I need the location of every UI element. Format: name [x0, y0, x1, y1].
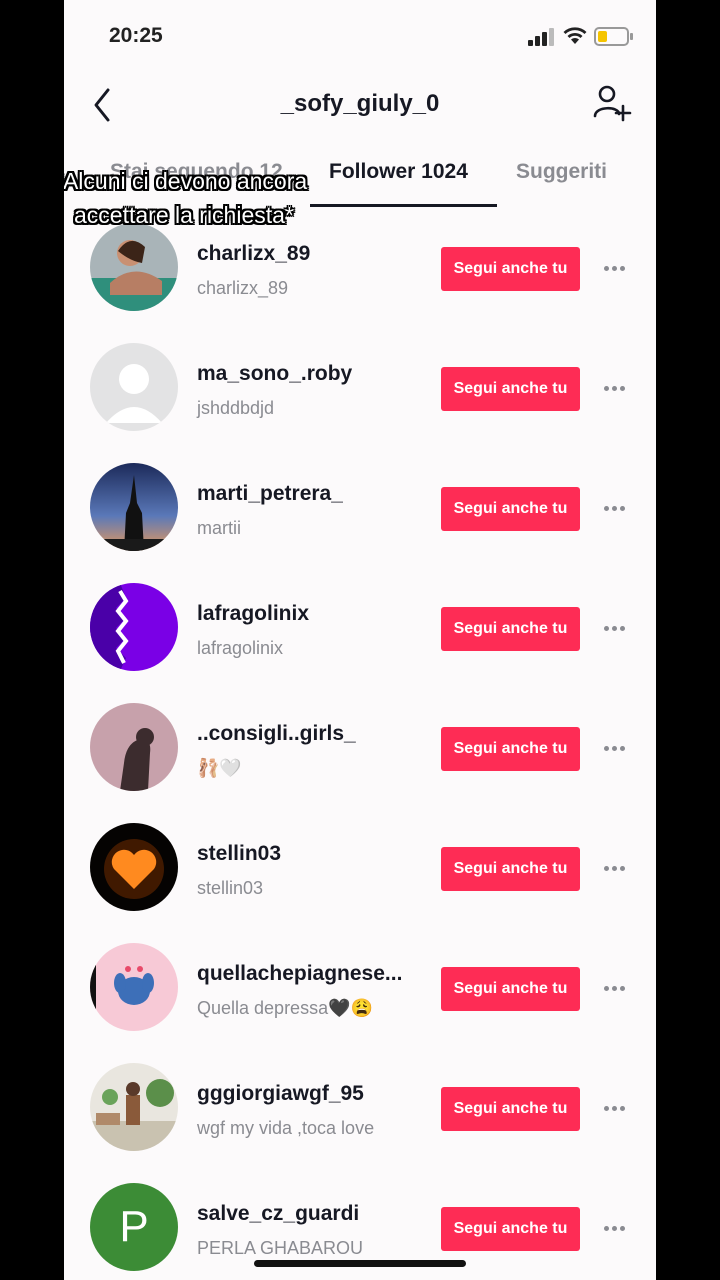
list-item[interactable]: lafragolinix lafragolinix Segui anche tu: [64, 568, 656, 688]
list-item[interactable]: ..consigli..girls_ 🩰🤍 Segui anche tu: [64, 688, 656, 808]
follow-back-button[interactable]: Segui anche tu: [441, 607, 580, 651]
battery-icon: [594, 27, 633, 46]
username[interactable]: lafragolinix: [197, 602, 309, 626]
avatar[interactable]: [90, 583, 178, 671]
list-item[interactable]: marti_petrera_ martii Segui anche tu: [64, 448, 656, 568]
username[interactable]: ma_sono_.roby: [197, 362, 352, 386]
list-item[interactable]: gggiorgiawgf_95 wgf my vida ,toca love S…: [64, 1048, 656, 1168]
more-options-icon[interactable]: [604, 858, 634, 878]
tab-following[interactable]: Stai seguendo 12: [110, 160, 283, 184]
active-tab-indicator: [310, 204, 497, 207]
follow-back-button[interactable]: Segui anche tu: [441, 847, 580, 891]
photo-avatar-icon: [90, 1063, 178, 1151]
follow-tabs: Stai seguendo 12 Follower 1024 Suggeriti: [64, 152, 656, 208]
tab-followers[interactable]: Follower 1024: [329, 160, 468, 184]
list-item[interactable]: quellachepiagnese... Quella depressa🖤😩 S…: [64, 928, 656, 1048]
tab-suggested[interactable]: Suggeriti: [516, 160, 607, 184]
follow-back-button[interactable]: Segui anche tu: [441, 487, 580, 531]
nickname: martii: [197, 518, 241, 538]
follow-back-button[interactable]: Segui anche tu: [441, 367, 580, 411]
list-item[interactable]: charlizx_89 charlizx_89 Segui anche tu: [64, 208, 656, 328]
username[interactable]: quellachepiagnese...: [197, 962, 402, 986]
signal-icon: [528, 28, 554, 46]
avatar[interactable]: [90, 823, 178, 911]
photo-avatar-icon: [90, 583, 178, 671]
more-options-icon[interactable]: [604, 378, 634, 398]
nickname: Quella depressa🖤😩: [197, 998, 373, 1018]
nickname: charlizx_89: [197, 278, 289, 298]
follow-back-button[interactable]: Segui anche tu: [441, 1087, 580, 1131]
more-options-icon[interactable]: [604, 1218, 634, 1238]
avatar[interactable]: [90, 703, 178, 791]
photo-avatar-icon: [90, 463, 178, 551]
phone-screen: 20:25 _sofy_giuly_0 Stai seguendo 12 Fol…: [64, 0, 656, 1280]
status-bar: 20:25: [64, 0, 656, 70]
avatar-letter: P: [119, 1202, 149, 1251]
avatar[interactable]: [90, 343, 178, 431]
photo-avatar-icon: [90, 943, 178, 1031]
nickname: lafragolinix: [197, 638, 284, 658]
avatar[interactable]: [90, 943, 178, 1031]
follow-back-button[interactable]: Segui anche tu: [441, 247, 580, 291]
list-item[interactable]: ma_sono_.roby jshddbdjd Segui anche tu: [64, 328, 656, 448]
add-friend-icon[interactable]: [592, 84, 632, 124]
avatar[interactable]: [90, 223, 178, 311]
username[interactable]: charlizx_89: [197, 242, 310, 266]
home-indicator[interactable]: [254, 1260, 466, 1267]
more-options-icon[interactable]: [604, 978, 634, 998]
avatar[interactable]: [90, 463, 178, 551]
more-options-icon[interactable]: [604, 618, 634, 638]
more-options-icon[interactable]: [604, 1098, 634, 1118]
username[interactable]: ..consigli..girls_: [197, 722, 356, 746]
photo-avatar-icon: [90, 703, 178, 791]
follow-back-button[interactable]: Segui anche tu: [441, 1207, 580, 1251]
nickname: jshddbdjd: [197, 398, 275, 418]
page-title: _sofy_giuly_0: [280, 90, 440, 117]
follow-back-button[interactable]: Segui anche tu: [441, 967, 580, 1011]
follow-back-button[interactable]: Segui anche tu: [441, 727, 580, 771]
username[interactable]: marti_petrera_: [197, 482, 343, 506]
wifi-icon: [563, 27, 587, 44]
avatar[interactable]: [90, 1063, 178, 1151]
status-time: 20:25: [109, 24, 163, 47]
nickname: wgf my vida ,toca love: [197, 1118, 375, 1138]
username[interactable]: salve_cz_guardi: [197, 1202, 359, 1226]
username[interactable]: stellin03: [197, 842, 281, 866]
more-options-icon[interactable]: [604, 498, 634, 518]
nickname: PERLA GHABAROU: [197, 1238, 364, 1258]
photo-avatar-icon: [90, 223, 178, 311]
avatar[interactable]: P: [90, 1183, 178, 1271]
nickname: 🩰🤍: [197, 758, 242, 778]
heart-avatar-icon: [90, 823, 178, 911]
list-item[interactable]: stellin03 stellin03 Segui anche tu: [64, 808, 656, 928]
default-avatar-icon: [90, 343, 178, 431]
profile-header: _sofy_giuly_0: [64, 70, 656, 140]
more-options-icon[interactable]: [604, 738, 634, 758]
username[interactable]: gggiorgiawgf_95: [197, 1082, 364, 1106]
nickname: stellin03: [197, 878, 264, 898]
more-options-icon[interactable]: [604, 258, 634, 278]
